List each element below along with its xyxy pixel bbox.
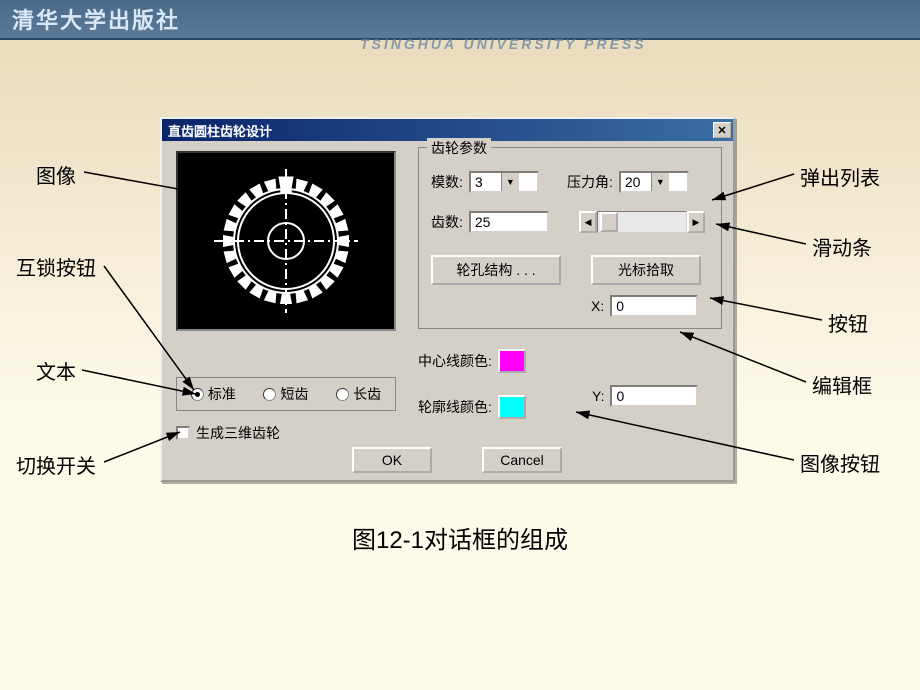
modulus-value: 3 — [471, 174, 501, 190]
x-label: X: — [591, 298, 604, 314]
checkbox-label: 生成三维齿轮 — [196, 423, 280, 443]
pressure-angle-value: 20 — [621, 174, 651, 190]
annot-text: 文本 — [36, 356, 76, 385]
annot-popup: 弹出列表 — [800, 162, 880, 191]
annot-slider: 滑动条 — [812, 232, 872, 261]
radio-icon — [263, 388, 276, 401]
group-title: 齿轮参数 — [427, 138, 491, 158]
close-icon: ✕ — [717, 124, 726, 137]
ok-button[interactable]: OK — [352, 447, 432, 473]
center-line-color-label: 中心线颜色: — [418, 351, 492, 371]
subtitle: TSINGHUA UNIVERSITY PRESS — [360, 36, 647, 52]
gear-preview-image — [176, 151, 396, 331]
close-button[interactable]: ✕ — [713, 122, 731, 138]
radio-short[interactable]: 短齿 — [263, 384, 308, 404]
teeth-input[interactable]: 25 — [469, 211, 549, 233]
chevron-down-icon[interactable]: ▼ — [651, 173, 669, 191]
annot-interlock: 互锁按钮 — [16, 252, 96, 281]
outline-color-button[interactable] — [498, 395, 526, 419]
teeth-value: 25 — [475, 214, 491, 230]
annot-toggle: 切换开关 — [16, 450, 96, 479]
annot-button: 按钮 — [828, 308, 868, 337]
modulus-combo[interactable]: 3 ▼ — [469, 171, 539, 193]
radio-icon — [336, 388, 349, 401]
slider-thumb[interactable] — [600, 212, 618, 232]
dialog-body: 齿轮参数 模数: 3 ▼ 压力角: 20 ▼ 齿数: 25 — [162, 141, 733, 480]
x-value: 0 — [616, 298, 624, 314]
pressure-angle-label: 压力角: — [567, 172, 613, 192]
modulus-label: 模数: — [431, 172, 463, 192]
generate-3d-checkbox-row[interactable]: 生成三维齿轮 — [176, 423, 280, 443]
pressure-angle-combo[interactable]: 20 ▼ — [619, 171, 689, 193]
annot-editbox: 编辑框 — [812, 370, 872, 399]
outline-color-label: 轮廓线颜色: — [418, 397, 492, 417]
slider-right-icon[interactable]: ▶ — [687, 211, 705, 233]
annot-image: 图像 — [36, 160, 76, 189]
annot-imgbtn: 图像按钮 — [800, 448, 880, 477]
teeth-slider[interactable]: ◀ ▶ — [579, 211, 705, 233]
checkbox-icon[interactable] — [176, 426, 190, 440]
radio-standard[interactable]: 标准 — [191, 384, 236, 404]
figure-caption: 图12-1对话框的组成 — [0, 520, 920, 555]
tooth-type-radio-group: 标准 短齿 长齿 — [176, 377, 396, 411]
y-label: Y: — [592, 388, 604, 404]
y-input[interactable]: 0 — [610, 385, 698, 407]
radio-long-label: 长齿 — [353, 384, 381, 404]
cursor-pick-button[interactable]: 光标拾取 — [591, 255, 701, 285]
gear-design-dialog: 直齿圆柱齿轮设计 ✕ — [160, 117, 735, 482]
hole-structure-button[interactable]: 轮孔结构 . . . — [431, 255, 561, 285]
radio-short-label: 短齿 — [280, 384, 308, 404]
topbar: 清华大学出版社 — [0, 0, 920, 40]
y-value: 0 — [616, 388, 624, 404]
slider-left-icon[interactable]: ◀ — [579, 211, 597, 233]
gear-params-group: 齿轮参数 模数: 3 ▼ 压力角: 20 ▼ 齿数: 25 — [418, 147, 722, 329]
cancel-button[interactable]: Cancel — [482, 447, 562, 473]
gear-icon — [206, 161, 366, 321]
slider-track[interactable] — [597, 211, 687, 233]
chevron-down-icon[interactable]: ▼ — [501, 173, 519, 191]
radio-long[interactable]: 长齿 — [336, 384, 381, 404]
x-input[interactable]: 0 — [610, 295, 698, 317]
teeth-label: 齿数: — [431, 212, 463, 232]
radio-standard-label: 标准 — [208, 384, 236, 404]
publisher-logo: 清华大学出版社 — [12, 3, 180, 35]
center-line-color-button[interactable] — [498, 349, 526, 373]
dialog-title: 直齿圆柱齿轮设计 — [168, 121, 272, 140]
radio-icon — [191, 388, 204, 401]
